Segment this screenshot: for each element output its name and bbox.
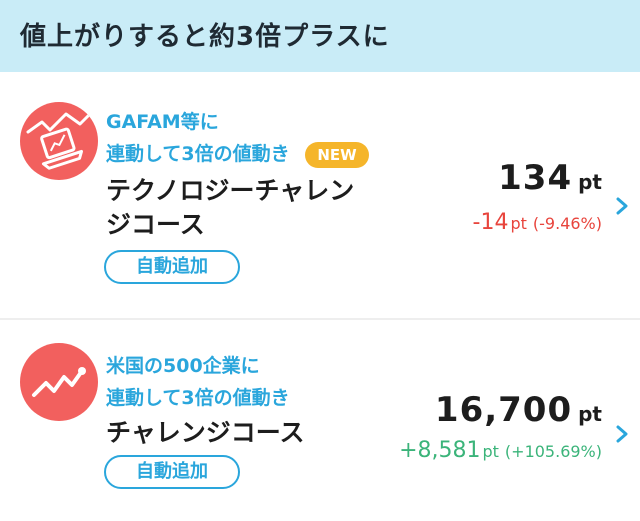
course-subtitle-line1: GAFAM等に: [106, 111, 219, 133]
course-name-line2: ジコース: [106, 210, 205, 239]
course-card-technology[interactable]: GAFAM等に 連動して3倍の値動き NEW テクノロジーチャレン ジコース 自…: [0, 72, 640, 318]
course-subtitle-line2: 連動して3倍の値動き: [106, 143, 290, 165]
chevron-right-icon[interactable]: [610, 422, 634, 446]
points-number: 16,700: [434, 390, 573, 430]
points-unit: pt: [578, 402, 602, 426]
points-number: 134: [498, 158, 573, 198]
section-title: 値上がりすると約3倍プラスに: [20, 22, 390, 52]
course-name-line1: チャレンジコース: [106, 418, 305, 447]
points-value: 134 pt: [498, 158, 602, 198]
change-percent: (+105.69%): [504, 442, 602, 461]
auto-add-button[interactable]: 自動追加: [104, 455, 240, 489]
course-card-challenge[interactable]: 米国の500企業に 連動して3倍の値動き チャレンジコース 自動追加 16,70…: [0, 320, 640, 521]
change-percent: (-9.46%): [532, 214, 602, 233]
course-subtitle-line2: 連動して3倍の値動き: [106, 387, 290, 409]
points-change: -14 pt (-9.46%): [473, 210, 602, 235]
points-change: +8,581 pt (+105.69%): [399, 438, 602, 463]
course-subtitle-line1: 米国の500企業に: [106, 355, 260, 377]
new-badge: NEW: [305, 142, 369, 168]
course-name-line1: テクノロジーチャレン: [106, 176, 355, 205]
change-unit: pt: [482, 442, 499, 461]
laptop-chart-icon: [20, 102, 98, 180]
trending-up-icon: [20, 343, 98, 421]
change-value: +8,581: [399, 438, 481, 463]
change-value: -14: [472, 210, 509, 235]
points-value: 16,700 pt: [435, 390, 602, 430]
auto-add-button[interactable]: 自動追加: [104, 250, 240, 284]
chevron-right-icon[interactable]: [610, 194, 634, 218]
section-header: 値上がりすると約3倍プラスに: [0, 0, 640, 72]
points-unit: pt: [578, 170, 602, 194]
change-unit: pt: [510, 214, 527, 233]
